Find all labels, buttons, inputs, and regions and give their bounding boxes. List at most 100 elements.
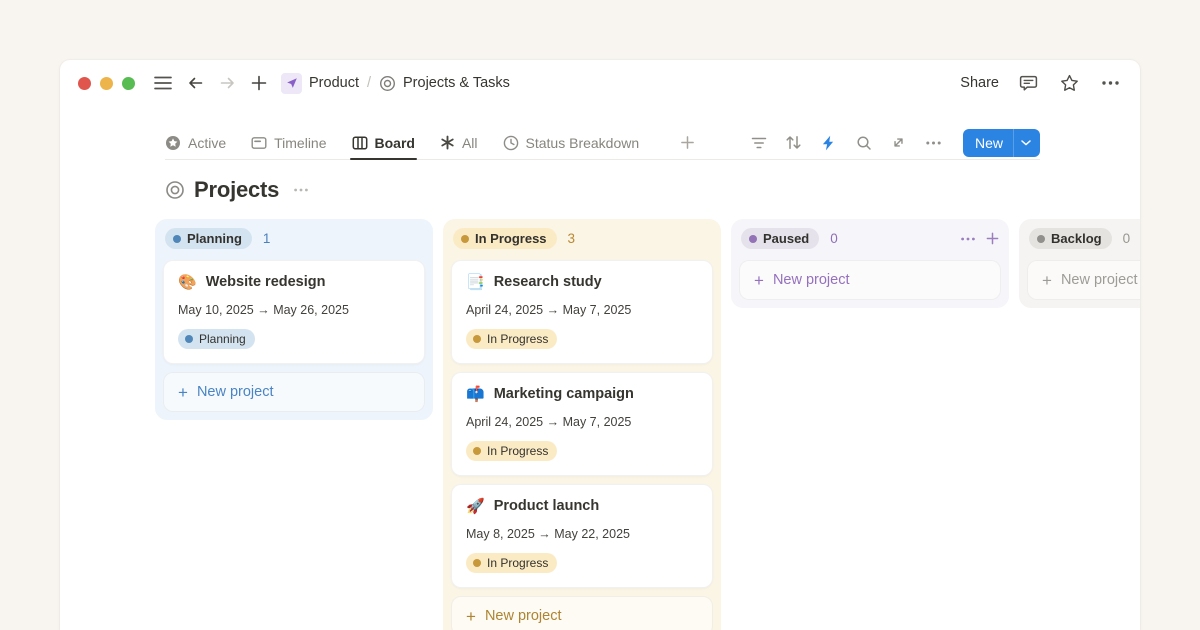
card-status-badge: In Progress: [466, 329, 557, 349]
status-chip-backlog[interactable]: Backlog: [1029, 228, 1112, 249]
new-button-label[interactable]: New: [963, 129, 1013, 157]
star-circle-icon: [165, 135, 181, 151]
project-card-marketing-campaign[interactable]: 📫 Marketing campaign April 24, 2025 → Ma…: [451, 372, 713, 476]
asterisk-icon: [440, 135, 455, 150]
new-project-button[interactable]: + New project: [451, 596, 713, 630]
card-title: Marketing campaign: [494, 386, 634, 402]
column-count: 0: [830, 231, 838, 246]
status-dot: [473, 335, 481, 343]
column-add-icon[interactable]: [986, 232, 999, 245]
column-paused: Paused 0 + New project: [731, 219, 1009, 308]
expand-icon[interactable]: [889, 133, 909, 153]
project-card-product-launch[interactable]: 🚀 Product launch May 8, 2025 → May 22, 2…: [451, 484, 713, 588]
status-chip-paused[interactable]: Paused: [741, 228, 819, 249]
back-icon[interactable]: [183, 71, 207, 95]
view-actions: New: [749, 129, 1040, 157]
app-window: Product / Projects & Tasks Share: [60, 60, 1140, 630]
new-project-button[interactable]: + New project: [1027, 260, 1140, 300]
column-planning: Planning 1 🎨 Website redesign May 10, 20…: [155, 219, 433, 420]
view-more-icon[interactable]: [924, 133, 944, 153]
breadcrumb-separator: /: [366, 75, 372, 91]
plus-icon: +: [178, 384, 188, 401]
status-chip-planning[interactable]: Planning: [165, 228, 252, 249]
status-dot: [749, 235, 757, 243]
projects-target-icon: [165, 180, 185, 200]
status-dot: [173, 235, 181, 243]
new-page-icon[interactable]: [247, 71, 271, 95]
column-in-progress: In Progress 3 📑 Research study April 24,…: [443, 219, 721, 630]
automations-lightning-icon[interactable]: [819, 133, 839, 153]
card-date-range: May 8, 2025 → May 22, 2025: [466, 527, 698, 541]
close-window-button[interactable]: [78, 77, 91, 90]
status-dot: [473, 559, 481, 567]
plus-icon: +: [1042, 272, 1052, 289]
column-header: Planning 1: [163, 227, 425, 249]
new-project-button[interactable]: + New project: [739, 260, 1001, 300]
status-dot: [461, 235, 469, 243]
new-button[interactable]: New: [963, 129, 1040, 157]
search-icon[interactable]: [854, 133, 874, 153]
tab-all[interactable]: All: [440, 126, 478, 159]
title-more-icon[interactable]: [294, 188, 308, 192]
forward-icon[interactable]: [215, 71, 239, 95]
column-header: In Progress 3: [451, 227, 713, 249]
bookmark-tabs-emoji-icon: 📑: [466, 275, 485, 290]
plus-icon: +: [466, 608, 476, 625]
add-view-icon[interactable]: [680, 135, 695, 150]
minimize-window-button[interactable]: [100, 77, 113, 90]
tab-timeline[interactable]: Timeline: [251, 126, 326, 159]
view-bar: Active Timeline Board All: [165, 126, 1040, 160]
card-status-badge: In Progress: [466, 553, 557, 573]
window-controls: [78, 77, 135, 90]
column-count: 3: [568, 231, 576, 246]
page-title-row: Projects: [165, 174, 1040, 206]
page-title: Projects: [194, 177, 279, 203]
card-status-badge: In Progress: [466, 441, 557, 461]
status-chip-in-progress[interactable]: In Progress: [453, 228, 557, 249]
breadcrumb-page[interactable]: Projects & Tasks: [403, 75, 510, 91]
workspace-icon: [281, 73, 302, 94]
timeline-icon: [251, 135, 267, 151]
tab-status-breakdown[interactable]: Status Breakdown: [503, 126, 640, 159]
column-count: 1: [263, 231, 271, 246]
more-options-icon[interactable]: [1098, 71, 1122, 95]
column-header: Backlog 0: [1027, 227, 1140, 249]
column-header: Paused 0: [739, 227, 1001, 249]
sort-icon[interactable]: [784, 133, 804, 153]
plus-icon: +: [754, 272, 764, 289]
tab-active[interactable]: Active: [165, 126, 226, 159]
breadcrumb-workspace[interactable]: Product: [309, 75, 359, 91]
status-dot: [1037, 235, 1045, 243]
share-button[interactable]: Share: [960, 75, 999, 91]
project-card-research-study[interactable]: 📑 Research study April 24, 2025 → May 7,…: [451, 260, 713, 364]
project-card-website-redesign[interactable]: 🎨 Website redesign May 10, 2025 → May 26…: [163, 260, 425, 364]
new-project-button[interactable]: + New project: [163, 372, 425, 412]
card-date-range: May 10, 2025 → May 26, 2025: [178, 303, 410, 317]
card-status-badge: Planning: [178, 329, 255, 349]
status-dot: [473, 447, 481, 455]
card-title: Product launch: [494, 498, 600, 514]
favorite-star-icon[interactable]: [1057, 71, 1081, 95]
card-title: Website redesign: [206, 274, 326, 290]
target-icon: [379, 75, 396, 92]
card-date-range: April 24, 2025 → May 7, 2025: [466, 415, 698, 429]
zoom-window-button[interactable]: [122, 77, 135, 90]
kanban-board: Planning 1 🎨 Website redesign May 10, 20…: [60, 219, 1140, 630]
card-title: Research study: [494, 274, 602, 290]
board-icon: [352, 135, 368, 151]
mailbox-emoji-icon: 📫: [466, 387, 485, 402]
column-more-icon[interactable]: [961, 237, 975, 241]
status-dot: [185, 335, 193, 343]
palette-emoji-icon: 🎨: [178, 275, 197, 290]
topbar: Product / Projects & Tasks Share: [60, 60, 1140, 106]
view-tabs: Active Timeline Board All: [165, 126, 695, 159]
column-backlog: Backlog 0 + New project: [1019, 219, 1140, 308]
sidebar-toggle-icon[interactable]: [151, 71, 175, 95]
breadcrumb: Product / Projects & Tasks: [281, 73, 510, 94]
filter-icon[interactable]: [749, 133, 769, 153]
clock-icon: [503, 135, 519, 151]
comments-icon[interactable]: [1016, 71, 1040, 95]
chevron-down-icon[interactable]: [1013, 129, 1040, 157]
tab-board[interactable]: Board: [352, 126, 415, 159]
column-count: 0: [1123, 231, 1131, 246]
